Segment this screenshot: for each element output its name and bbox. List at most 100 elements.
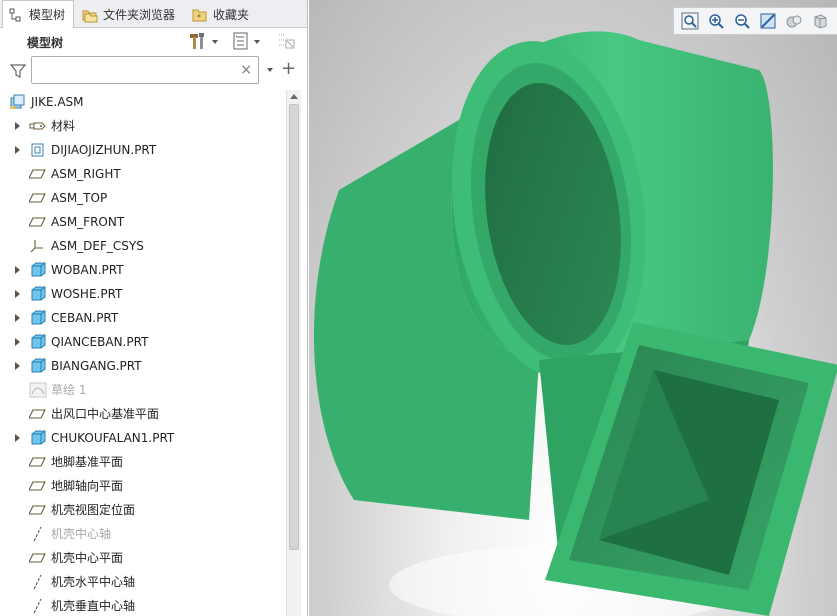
tree-item[interactable]: WOBAN.PRT <box>4 258 286 282</box>
fan-housing-model <box>313 31 837 616</box>
datum-axis-icon <box>29 526 47 542</box>
tree-item[interactable]: 草绘 1 <box>4 378 286 402</box>
datum-plane-icon <box>28 190 47 206</box>
panel-tabs: 模型树 文件夹浏览器 * 收藏夹 <box>0 0 307 28</box>
part-icon <box>29 334 47 350</box>
expand-arrow-icon[interactable] <box>15 338 20 346</box>
svg-text:*: * <box>197 13 201 22</box>
datum-plane-icon <box>28 502 47 518</box>
tree-item-label: 草绘 1 <box>51 383 87 397</box>
tree-item-label: 地脚基准平面 <box>51 455 124 469</box>
expand-arrow-icon[interactable] <box>15 314 20 322</box>
filter-icon[interactable] <box>9 63 27 79</box>
sketch-icon <box>29 382 47 398</box>
part-icon <box>29 286 47 302</box>
tree-item[interactable]: 机壳视图定位面 <box>4 498 286 522</box>
tree-item[interactable]: ASM_DEF_CSYS <box>4 234 286 258</box>
tab-label: 模型树 <box>29 8 66 22</box>
model-tree: JIKE.ASM 材料 DIJIAOJIZHUN.PRT ASM_RIGHT ASM_T… <box>4 90 286 616</box>
tree-item[interactable]: ASM_RIGHT <box>4 162 286 186</box>
tree-scrollbar[interactable] <box>286 90 301 616</box>
expand-arrow-icon[interactable] <box>15 434 20 442</box>
tree-columns-icon <box>276 32 296 53</box>
expand-arrow-icon[interactable] <box>15 362 20 370</box>
tree-item[interactable]: WOSHE.PRT <box>4 282 286 306</box>
filter-dropdown-icon[interactable] <box>267 68 273 72</box>
tree-root[interactable]: JIKE.ASM <box>4 90 286 114</box>
tree-item-label: 出风口中心基准平面 <box>51 407 160 421</box>
tree-item-label: DIJIAOJIZHUN.PRT <box>51 143 157 157</box>
tree-item[interactable]: ASM_TOP <box>4 186 286 210</box>
expand-arrow-icon[interactable] <box>15 146 20 154</box>
tree-settings-icon <box>188 32 208 53</box>
search-input[interactable] <box>36 60 236 80</box>
zoom-out-icon[interactable] <box>730 10 754 32</box>
tree-item[interactable]: CHUKOUFALAN1.PRT <box>4 426 286 450</box>
repaint-icon[interactable] <box>756 10 780 32</box>
datum-plane-icon <box>28 166 47 182</box>
model-tree-icon <box>7 7 25 23</box>
part-icon <box>29 310 47 326</box>
view-manager-icon[interactable] <box>782 10 806 32</box>
expand-arrow-icon[interactable] <box>15 122 20 130</box>
expand-arrow-icon[interactable] <box>15 266 20 274</box>
clear-search-icon[interactable]: × <box>240 62 252 78</box>
panel-title: 模型树 <box>27 35 64 50</box>
tree-item[interactable]: 机壳垂直中心轴 <box>4 594 286 616</box>
part-icon <box>29 430 47 446</box>
scroll-thumb[interactable] <box>289 104 299 550</box>
tree-show-button[interactable] <box>232 32 260 53</box>
tab-label: 收藏夹 <box>213 8 250 22</box>
zoom-in-icon[interactable] <box>704 10 728 32</box>
expand-arrow-icon[interactable] <box>15 290 20 298</box>
tree-item-label: 机壳中心轴 <box>51 527 112 541</box>
view-toolbar <box>673 7 837 35</box>
part-icon <box>29 262 47 278</box>
tree-item[interactable]: 材料 <box>4 114 286 138</box>
tree-item-label: QIANCEBAN.PRT <box>51 335 149 349</box>
tree-item[interactable]: 机壳中心平面 <box>4 546 286 570</box>
tree-settings-button[interactable] <box>188 32 218 53</box>
tree-item-label: ASM_FRONT <box>51 215 125 229</box>
assembly-icon <box>9 94 27 110</box>
datum-plane-icon <box>28 478 47 494</box>
tree-item[interactable]: 地脚轴向平面 <box>4 474 286 498</box>
tree-item-label: 地脚轴向平面 <box>51 479 124 493</box>
tree-item[interactable]: 地脚基准平面 <box>4 450 286 474</box>
tab-label: 文件夹浏览器 <box>103 8 176 22</box>
tree-item-label: 机壳视图定位面 <box>51 503 136 517</box>
tab-folder-browser[interactable]: 文件夹浏览器 <box>76 1 184 27</box>
graphics-viewport[interactable] <box>309 0 837 616</box>
add-filter-button[interactable]: + <box>281 60 296 78</box>
tab-model-tree[interactable]: 模型树 <box>2 0 75 28</box>
datum-plane-icon <box>28 454 47 470</box>
tree-item-label: 机壳水平中心轴 <box>51 575 136 589</box>
tree-item[interactable]: ASM_FRONT <box>4 210 286 234</box>
datum-axis-icon <box>29 574 47 590</box>
part-skeleton-icon <box>29 142 47 158</box>
scroll-up-icon[interactable] <box>290 94 298 99</box>
tree-item-label: ASM_RIGHT <box>51 167 121 181</box>
display-style-icon[interactable] <box>808 10 832 32</box>
tree-columns-button[interactable] <box>276 33 296 51</box>
tree-item-label: 机壳中心平面 <box>51 551 124 565</box>
tree-item[interactable]: 机壳水平中心轴 <box>4 570 286 594</box>
tree-item[interactable]: BIANGANG.PRT <box>4 354 286 378</box>
chevron-down-icon <box>212 40 218 44</box>
favorites-icon: * <box>191 7 209 23</box>
datum-plane-icon <box>28 550 47 566</box>
tree-show-icon <box>232 32 250 53</box>
tree-item[interactable]: CEBAN.PRT <box>4 306 286 330</box>
tree-item-label: 材料 <box>51 119 76 133</box>
tree-item-label: ASM_TOP <box>51 191 108 205</box>
tree-item-label: JIKE.ASM <box>31 95 84 109</box>
tree-item[interactable]: QIANCEBAN.PRT <box>4 330 286 354</box>
material-icon <box>29 118 47 134</box>
tree-item[interactable]: DIJIAOJIZHUN.PRT <box>4 138 286 162</box>
tab-favorites[interactable]: * 收藏夹 <box>186 1 258 27</box>
tree-item[interactable]: 出风口中心基准平面 <box>4 402 286 426</box>
datum-axis-icon <box>29 598 47 614</box>
tree-item-label: CEBAN.PRT <box>51 311 119 325</box>
zoom-fit-icon[interactable] <box>678 10 702 32</box>
tree-item[interactable]: 机壳中心轴 <box>4 522 286 546</box>
